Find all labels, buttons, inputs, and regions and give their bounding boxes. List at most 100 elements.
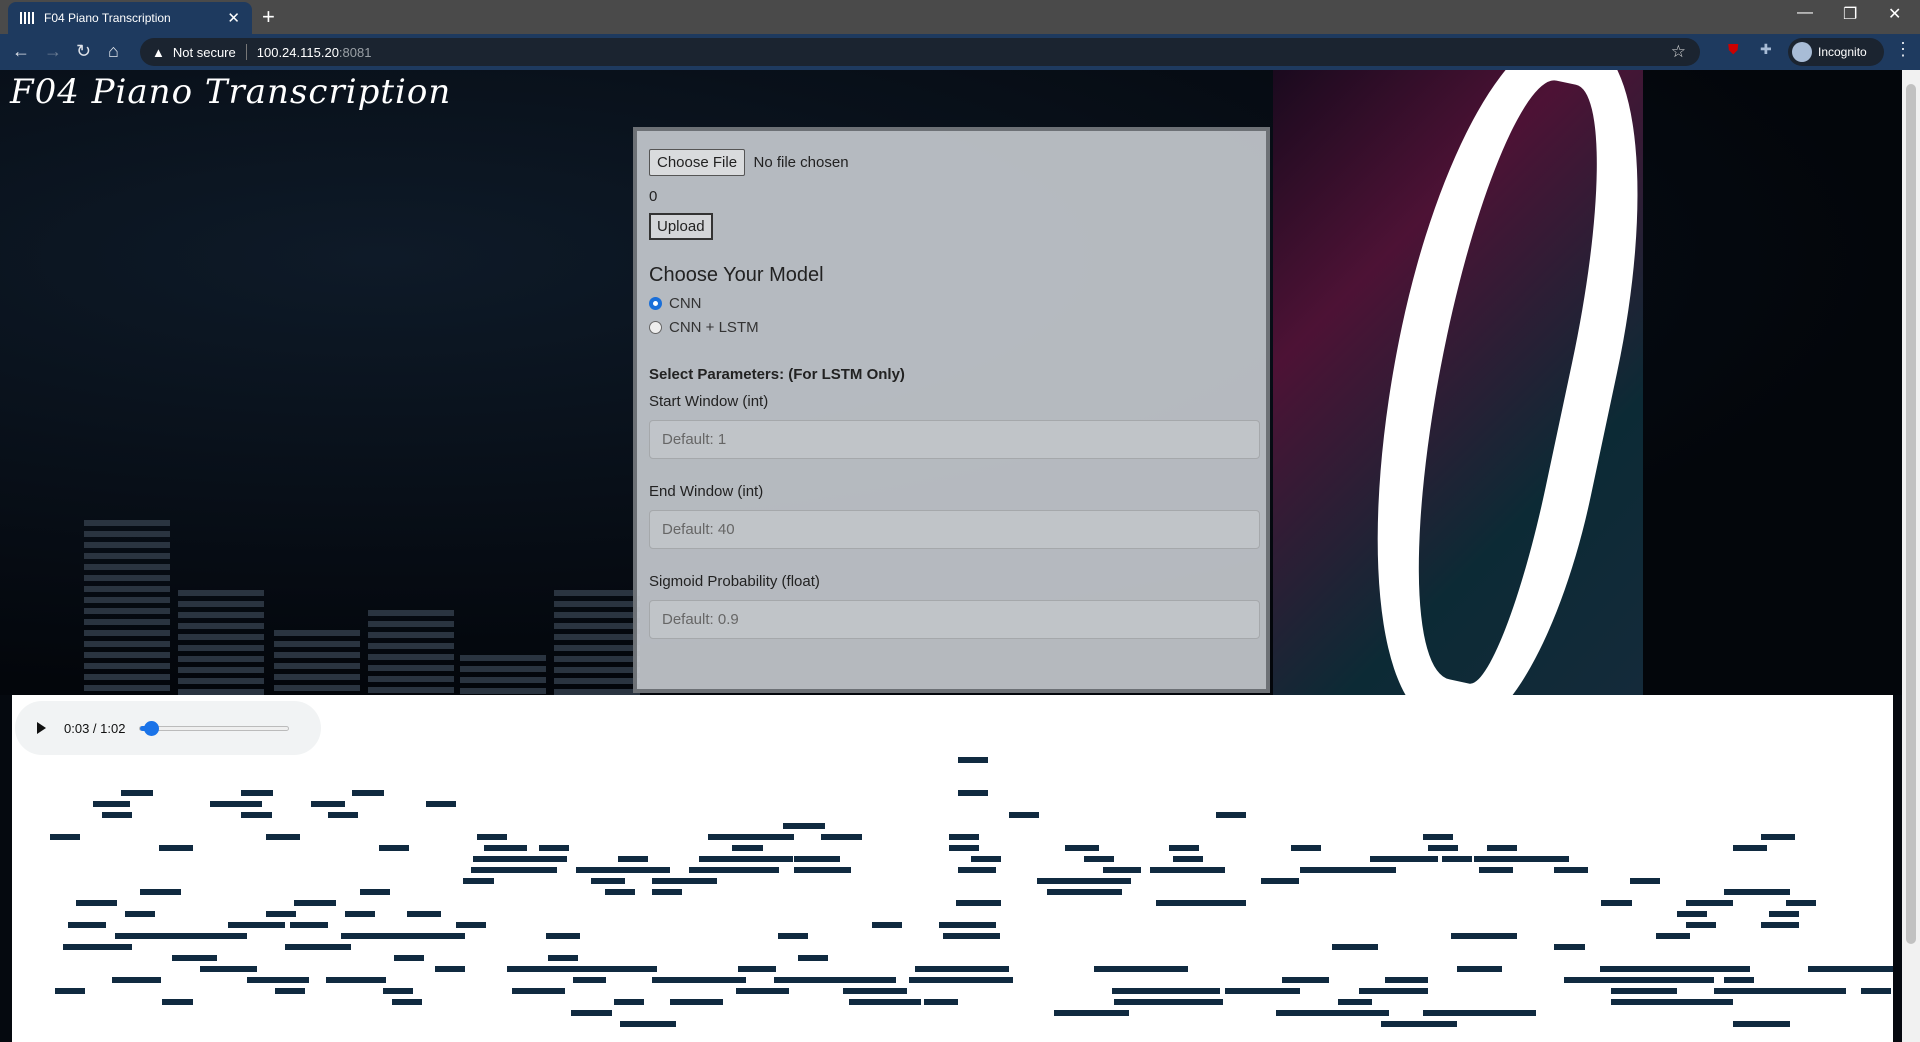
note	[162, 999, 193, 1005]
radio-button[interactable]	[649, 297, 662, 310]
equalizer-bar	[368, 643, 454, 649]
note	[820, 834, 863, 840]
note	[732, 845, 763, 851]
equalizer-bar	[84, 531, 170, 537]
note	[1300, 867, 1376, 873]
radio-cnn[interactable]: CNN	[649, 295, 1254, 312]
note	[506, 966, 658, 972]
reload-icon[interactable]: ↻	[76, 41, 91, 62]
seek-thumb[interactable]	[143, 720, 159, 736]
equalizer-bar	[460, 655, 546, 661]
note	[1370, 856, 1438, 862]
choose-file-button[interactable]: Choose File	[649, 149, 746, 176]
equalizer-bar	[84, 520, 170, 526]
note	[956, 900, 1002, 906]
equalizer-bar	[460, 666, 546, 672]
model-heading: Choose Your Model	[649, 264, 824, 286]
note	[294, 900, 336, 906]
sigmoid-input[interactable]: Default: 0.9	[649, 600, 1260, 639]
browser-tab[interactable]: F04 Piano Transcription ✕	[8, 2, 252, 34]
equalizer-bar	[554, 634, 640, 640]
note	[1008, 812, 1040, 818]
note	[275, 988, 306, 994]
note	[798, 955, 829, 961]
audio-seek-slider[interactable]	[139, 720, 290, 736]
note	[948, 845, 979, 851]
note	[241, 812, 272, 818]
equalizer-bar	[460, 688, 546, 694]
scrollbar[interactable]	[1902, 70, 1920, 1042]
equalizer-bar	[84, 608, 170, 614]
profile-label: Incognito	[1818, 45, 1867, 59]
upload-button[interactable]: Upload	[649, 213, 713, 240]
params-heading: Select Parameters: (For LSTM Only)	[649, 366, 905, 383]
note	[843, 988, 908, 994]
note	[619, 1021, 676, 1027]
note	[1761, 834, 1796, 840]
back-icon[interactable]: ←	[12, 41, 30, 62]
equalizer-bar	[178, 678, 264, 684]
note	[393, 955, 424, 961]
note	[1381, 1021, 1457, 1027]
note	[1554, 867, 1589, 873]
note	[1112, 988, 1220, 994]
note	[311, 801, 345, 807]
menu-icon[interactable]: ⋮	[1894, 39, 1912, 60]
note	[1601, 900, 1632, 906]
profile-button[interactable]: Incognito	[1788, 38, 1884, 66]
equalizer-bar	[554, 656, 640, 662]
new-tab-button[interactable]: +	[262, 4, 275, 30]
note	[519, 867, 558, 873]
equalizer-bar	[178, 601, 264, 607]
note	[1599, 966, 1751, 972]
note	[591, 878, 626, 884]
bookmark-star-icon[interactable]: ☆	[1671, 42, 1686, 62]
end-window-input[interactable]: Default: 40	[649, 510, 1260, 549]
note	[1714, 988, 1846, 994]
note	[55, 988, 86, 994]
note	[391, 999, 423, 1005]
close-tab-icon[interactable]: ✕	[227, 9, 240, 27]
note	[1102, 867, 1141, 873]
radio-button[interactable]	[649, 321, 662, 334]
note	[75, 900, 118, 906]
note	[1054, 1010, 1130, 1016]
audio-player[interactable]: 0:03 / 1:02	[15, 701, 321, 755]
note	[1291, 845, 1322, 851]
note	[121, 790, 154, 796]
note	[1486, 845, 1517, 851]
note	[738, 966, 776, 972]
play-icon[interactable]	[37, 722, 46, 734]
tab-title: F04 Piano Transcription	[44, 11, 171, 25]
ublock-icon[interactable]: ⛊	[1728, 41, 1739, 58]
equalizer-bar	[84, 674, 170, 680]
home-icon[interactable]: ⌂	[108, 41, 119, 62]
start-window-input[interactable]: Default: 1	[649, 420, 1260, 459]
note	[948, 834, 979, 840]
scrollbar-thumb[interactable]	[1906, 84, 1916, 944]
address-bar[interactable]: ▲ Not secure 100.24.115.20:8081 ☆	[140, 38, 1700, 66]
equalizer-bar	[84, 542, 170, 548]
radio-cnn-lstm[interactable]: CNN + LSTM	[649, 319, 1254, 336]
extensions-icon[interactable]: ✚	[1760, 41, 1772, 58]
note	[548, 955, 579, 961]
note	[958, 867, 996, 873]
note	[1114, 999, 1224, 1005]
note	[1422, 834, 1453, 840]
note	[943, 933, 1000, 939]
note	[1686, 900, 1734, 906]
note	[958, 757, 989, 763]
music-art-image	[1273, 70, 1643, 695]
forward-icon[interactable]: →	[44, 41, 62, 62]
equalizer-bar	[178, 612, 264, 618]
equalizer-bar	[84, 630, 170, 636]
restore-icon[interactable]: ❐	[1843, 4, 1857, 24]
piano-favicon-icon	[20, 12, 34, 24]
close-window-icon[interactable]: ✕	[1888, 4, 1901, 24]
note	[68, 922, 107, 928]
note	[1733, 845, 1767, 851]
note	[228, 922, 285, 928]
note	[1761, 922, 1799, 928]
minimize-icon[interactable]: —	[1797, 4, 1813, 22]
note	[92, 801, 131, 807]
